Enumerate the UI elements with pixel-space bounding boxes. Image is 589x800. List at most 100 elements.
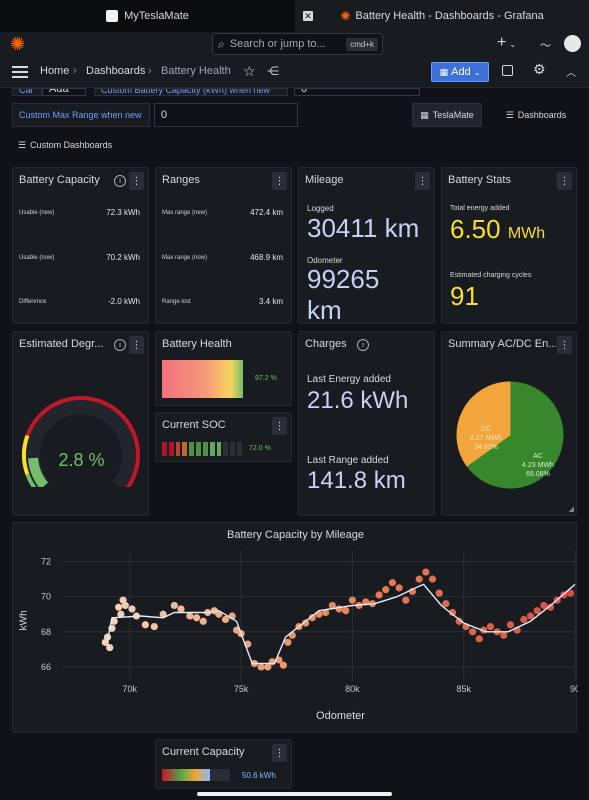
user-avatar[interactable] xyxy=(564,35,581,52)
scatter-point[interactable] xyxy=(177,605,185,613)
scatter-point[interactable] xyxy=(382,586,390,594)
last-energy-value: 21.6 kWh xyxy=(307,387,409,414)
link-teslamate[interactable]: ▦ TeslaMate xyxy=(412,103,482,127)
logged-value: 30411 km xyxy=(307,213,420,243)
panel-title: Charges xyxy=(305,338,347,350)
scatter-point[interactable] xyxy=(115,603,123,611)
scatter-point[interactable] xyxy=(199,617,207,625)
info-icon[interactable]: i xyxy=(357,339,369,351)
info-icon[interactable]: i xyxy=(114,175,126,187)
row-value: 72.3 kWh xyxy=(106,208,140,217)
last-energy-label: Last Energy added xyxy=(307,374,391,385)
energy-label: Total energy added xyxy=(450,205,510,212)
apps-grid-icon: ▦ xyxy=(420,109,429,120)
resize-handle-icon[interactable]: ◢ xyxy=(569,505,574,513)
capacity-value: 50.6 kWh xyxy=(242,771,276,780)
scatter-point[interactable] xyxy=(395,584,403,592)
panel-menu-button[interactable]: ⋮ xyxy=(415,172,430,190)
panel-estimated-degradation: Estimated Degr... i ⋮ 2.8 % xyxy=(12,331,149,516)
scatter-point[interactable] xyxy=(428,575,437,583)
panel-menu-button[interactable]: ⋮ xyxy=(557,172,572,190)
y-axis-label: kWh xyxy=(18,610,30,631)
x-tick-label: 85k xyxy=(456,684,471,694)
tab-myteslamate[interactable]: MyTeslaMate xyxy=(0,0,295,32)
var-input-max-range[interactable]: 0 xyxy=(154,103,298,127)
tab-close-icon[interactable]: ✕ xyxy=(303,11,313,21)
breadcrumb-dashboards[interactable]: Dashboards xyxy=(86,65,145,77)
scatter-point[interactable] xyxy=(192,614,201,622)
tab-label: MyTeslaMate xyxy=(124,10,189,22)
scatter-point[interactable] xyxy=(520,615,528,624)
news-rss-icon[interactable]: 〜 xyxy=(540,37,551,53)
slice-name: DC xyxy=(480,426,492,433)
menu-hamburger-icon[interactable] xyxy=(12,66,28,78)
scatter-point[interactable] xyxy=(141,621,149,629)
scatter-point[interactable] xyxy=(106,644,114,652)
x-axis-label: Odometer xyxy=(316,710,365,722)
breadcrumb-home[interactable]: Home xyxy=(40,65,69,77)
scatter-point[interactable] xyxy=(150,622,158,631)
scatter-point[interactable] xyxy=(415,575,423,583)
add-button[interactable]: ▦ Add ⌄ xyxy=(431,62,489,82)
energy-number: 6.50 xyxy=(450,214,501,244)
search-bar[interactable]: ⌕ Search or jump to... cmd+k xyxy=(212,33,383,55)
scatter-point[interactable] xyxy=(279,661,287,669)
row-label: Difference xyxy=(19,298,47,305)
list-icon: ☰ xyxy=(18,140,27,150)
scatter-point[interactable] xyxy=(506,621,515,629)
scatter-point[interactable] xyxy=(475,635,483,643)
collapse-chevron-up-icon[interactable]: ︿ xyxy=(566,64,576,79)
star-icon[interactable]: ☆ xyxy=(243,63,256,80)
scatter-point[interactable] xyxy=(315,610,323,618)
panel-title: Current Capacity xyxy=(162,746,245,758)
link-dashboards[interactable]: ☰ Dashboards xyxy=(496,103,576,127)
scatter-point[interactable] xyxy=(486,622,495,631)
scatter-point[interactable] xyxy=(435,589,443,597)
y-tick-label: 66 xyxy=(41,662,51,672)
pie-label-dc: DC 2.27 MWh 34.92% xyxy=(462,425,510,452)
var-label-capacity-partial: Custom Battery Capacity (kWh) when new xyxy=(94,88,288,96)
save-icon[interactable] xyxy=(502,65,513,76)
scatter-point[interactable] xyxy=(186,612,194,620)
soc-cell xyxy=(182,442,188,456)
scatter-point[interactable] xyxy=(128,605,136,613)
scatter-point[interactable] xyxy=(348,596,356,604)
var-input-capacity-partial[interactable]: 0 xyxy=(294,88,420,96)
last-range-value: 141.8 km xyxy=(307,467,406,494)
scatter-point[interactable] xyxy=(469,628,477,636)
tab-battery-health[interactable]: ✕ ✺ Battery Health - Dashboards - Grafan… xyxy=(295,0,589,32)
panel-menu-button[interactable]: ⋮ xyxy=(129,336,144,354)
scatter-point[interactable] xyxy=(342,607,350,615)
new-menu-button[interactable]: + ⌄ xyxy=(497,34,516,52)
panel-menu-button[interactable]: ⋮ xyxy=(272,744,287,762)
scatter-point[interactable] xyxy=(500,631,508,639)
slice-value: 4.23 MWh xyxy=(522,462,554,469)
share-icon[interactable]: ⋲ xyxy=(267,64,279,78)
scatter-point[interactable] xyxy=(257,663,265,671)
panel-menu-button[interactable]: ⋮ xyxy=(129,172,144,190)
scatter-point[interactable] xyxy=(288,631,296,639)
energy-unit: MWh xyxy=(507,225,546,242)
panel-menu-button[interactable]: ⋮ xyxy=(272,172,287,190)
scatter-point[interactable] xyxy=(402,596,410,604)
link-custom-dashboards[interactable]: ☰ Custom Dashboards xyxy=(18,140,112,151)
capacity-chart[interactable]: 66 68 70 72 70k 75k 80k 85k 90 xyxy=(13,523,578,734)
grafana-logo-icon[interactable]: ✺ xyxy=(10,35,25,53)
scatter-point[interactable] xyxy=(121,601,129,610)
panel-menu-button[interactable]: ⋮ xyxy=(272,417,287,435)
scatter-point[interactable] xyxy=(422,568,430,576)
scatter-point[interactable] xyxy=(375,591,383,599)
scatter-point[interactable] xyxy=(388,579,397,587)
scatter-point[interactable] xyxy=(284,638,292,646)
panel-title: Battery Capacity xyxy=(19,174,100,186)
info-icon[interactable]: i xyxy=(114,339,126,351)
scatter-point[interactable] xyxy=(170,601,178,610)
list-icon: ☰ xyxy=(505,109,514,120)
var-select-car-partial[interactable]: Ada xyxy=(42,88,86,96)
panel-battery-health: Battery Health 97.2 % xyxy=(155,331,292,406)
soc-cell xyxy=(189,442,195,456)
scatter-point[interactable] xyxy=(335,605,343,613)
settings-gear-icon[interactable]: ⚙ xyxy=(533,61,546,78)
x-tick-label: 80k xyxy=(345,684,360,694)
soc-cell xyxy=(196,442,201,456)
